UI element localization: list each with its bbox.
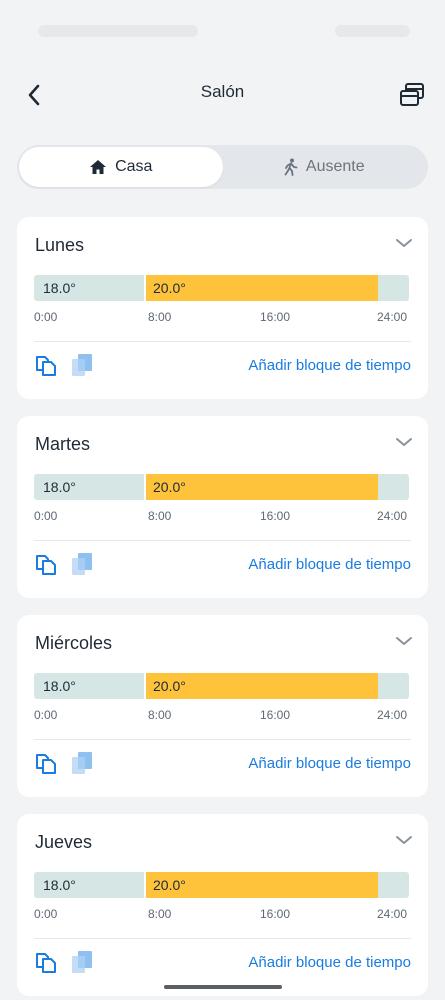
time-block-comfort[interactable]: 20.0° [146,673,378,699]
time-block-eco[interactable]: 18.0° [34,474,144,500]
time-block-comfort[interactable]: 20.0° [146,474,378,500]
tick-label: 8:00 [148,708,172,722]
page-title: Salón [200,82,245,101]
walking-person-icon [284,158,298,176]
time-block-eco[interactable]: 18.0° [34,673,144,699]
tick-label: 16:00 [260,708,291,722]
time-axis: 0:00 8:00 16:00 24:00 [17,708,428,724]
mode-toggle: Casa Ausente [17,145,428,189]
add-time-block-link[interactable]: Añadir bloque de tiempo [248,954,411,971]
tick-label: 0:00 [34,310,58,324]
paste-icon[interactable] [70,751,94,775]
day-name: Lunes [35,235,85,255]
chevron-down-icon[interactable] [394,832,414,848]
copy-schedule-button[interactable] [397,80,427,110]
time-block-eco-end[interactable] [378,673,409,699]
time-block-eco-end[interactable] [378,474,409,500]
divider [34,341,411,342]
day-card-jueves: Jueves 18.0° 20.0° 0:00 8:00 16:00 24:00… [17,814,428,996]
schedule-bar[interactable]: 18.0° 20.0° [34,872,411,898]
time-block-eco-end[interactable] [378,275,409,301]
tick-label: 24:00 [377,708,408,722]
tick-label: 8:00 [148,509,172,523]
home-indicator[interactable] [164,985,282,989]
tab-ausente-label: Ausente [305,158,365,175]
day-card-martes: Martes 18.0° 20.0° 0:00 8:00 16:00 24:00… [17,416,428,598]
time-axis: 0:00 8:00 16:00 24:00 [17,310,428,326]
copy-icon[interactable] [34,552,58,576]
time-axis: 0:00 8:00 16:00 24:00 [17,907,428,923]
schedule-bar[interactable]: 18.0° 20.0° [34,474,411,500]
copy-schedule-icon [400,83,424,106]
time-axis: 0:00 8:00 16:00 24:00 [17,509,428,525]
chevron-down-icon[interactable] [394,633,414,649]
paste-icon[interactable] [70,353,94,377]
add-time-block-link[interactable]: Añadir bloque de tiempo [248,556,411,573]
home-icon [90,160,107,174]
tick-label: 24:00 [377,509,408,523]
tab-casa[interactable]: Casa [19,147,223,187]
status-bar-left [38,25,198,37]
time-block-eco[interactable]: 18.0° [34,872,144,898]
tick-label: 0:00 [34,708,58,722]
copy-icon[interactable] [34,751,58,775]
add-time-block-link[interactable]: Añadir bloque de tiempo [248,755,411,772]
status-bar [0,0,445,60]
paste-icon[interactable] [70,552,94,576]
tab-ausente[interactable]: Ausente [223,147,427,187]
copy-icon[interactable] [34,950,58,974]
day-card-miercoles: Miércoles 18.0° 20.0° 0:00 8:00 16:00 24… [17,615,428,797]
time-block-comfort[interactable]: 20.0° [146,275,378,301]
day-name: Martes [35,434,91,454]
divider [34,540,411,541]
status-bar-right [335,25,410,37]
add-time-block-link[interactable]: Añadir bloque de tiempo [248,357,411,374]
tick-label: 0:00 [34,509,58,523]
tick-label: 8:00 [148,907,172,921]
time-block-eco-end[interactable] [378,872,409,898]
tick-label: 16:00 [260,310,291,324]
schedule-bar[interactable]: 18.0° 20.0° [34,275,411,301]
tick-label: 0:00 [34,907,58,921]
time-block-eco[interactable]: 18.0° [34,275,144,301]
divider [34,938,411,939]
day-name: Jueves [35,832,93,852]
schedule-bar[interactable]: 18.0° 20.0° [34,673,411,699]
app-header: Salón [0,70,445,120]
copy-icon[interactable] [34,353,58,377]
time-block-comfort[interactable]: 20.0° [146,872,378,898]
divider [34,739,411,740]
tab-casa-label: Casa [115,158,153,175]
tick-label: 8:00 [148,310,172,324]
tick-label: 16:00 [260,509,291,523]
chevron-down-icon[interactable] [394,235,414,251]
tick-label: 24:00 [377,310,408,324]
tick-label: 16:00 [260,907,291,921]
paste-icon[interactable] [70,950,94,974]
tick-label: 24:00 [377,907,408,921]
day-name: Miércoles [35,633,113,653]
chevron-down-icon[interactable] [394,434,414,450]
day-card-lunes: Lunes 18.0° 20.0° 0:00 8:00 16:00 24:00 … [17,217,428,399]
